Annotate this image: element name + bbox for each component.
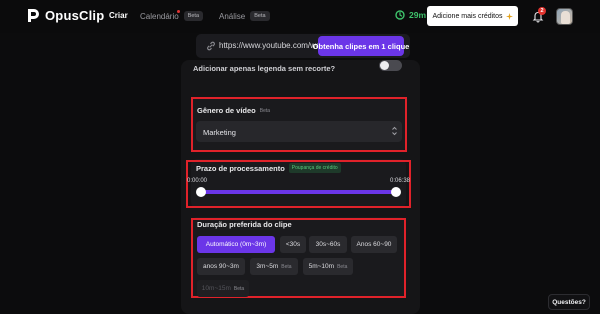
duration-chip-label: anos 90~3m (203, 263, 239, 270)
beta-badge: Beta (250, 11, 270, 21)
duration-chip-label: 3m~5m (256, 263, 279, 270)
timeframe-title-text: Prazo de processamento (196, 163, 285, 173)
end-time-label: 0:06:38 (390, 178, 411, 184)
duration-chip-label: 30s~60s (315, 241, 341, 248)
nav-criar[interactable]: Criar (109, 11, 128, 20)
duration-chip[interactable]: anos 90~3m (197, 258, 245, 275)
new-dot (177, 10, 180, 13)
avatar-figure (561, 11, 570, 24)
duration-chip-label: Automático (0m~3m) (205, 241, 267, 248)
nav-calendario-label: Calendário (140, 11, 179, 21)
duration-title-text: Duração preferida do clipe (197, 220, 292, 229)
genre-selected-value: Marketing (203, 128, 236, 137)
duration-chip[interactable]: Anos 60~90 (351, 236, 397, 253)
nav-analise[interactable]: Análise Beta (219, 11, 270, 21)
credit-saving-tag: Poupança de crédito (288, 163, 341, 173)
nav-criar-label: Criar (109, 11, 128, 20)
toggle-knob (380, 61, 389, 70)
link-icon (207, 41, 215, 51)
beta-label: Beta (233, 285, 245, 292)
get-clips-button[interactable]: Obtenha clipes em 1 clique (313, 36, 409, 56)
duration-chip-label: Anos 60~90 (356, 241, 392, 248)
duration-chip-label: <30s (285, 241, 301, 248)
genre-title: Gênero de vídeo Beta (197, 106, 270, 115)
duration-title: Duração preferida do clipe (197, 220, 292, 229)
sparkle-icon (505, 12, 513, 20)
duration-chip-label: 5m~10m (308, 263, 335, 270)
duration-chip[interactable]: 3m~5m Beta (250, 258, 298, 275)
nav-calendario[interactable]: Calendário Beta (140, 11, 204, 21)
duration-chip[interactable]: 30s~60s (309, 236, 347, 253)
subtitle-only-label: Adicionar apenas legenda sem recorte? (193, 64, 336, 73)
subtitle-only-toggle[interactable] (379, 60, 402, 71)
slider-start-handle[interactable] (196, 187, 206, 197)
timeframe-title: Prazo de processamento Poupança de crédi… (196, 163, 341, 173)
help-button[interactable]: Questões? (548, 294, 590, 310)
genre-title-text: Gênero de vídeo (197, 106, 256, 115)
beta-label: Beta (259, 107, 271, 114)
add-credits-button[interactable]: Adicione mais créditos (427, 6, 518, 26)
duration-chip[interactable]: 5m~10m Beta (303, 258, 353, 275)
notification-badge: 2 (538, 7, 546, 15)
beta-badge: Beta (183, 11, 204, 21)
add-credits-label: Adicione mais créditos (432, 12, 503, 20)
nav-analise-label: Análise (219, 11, 246, 21)
beta-label: Beta (337, 263, 348, 270)
start-time-label: 0:00:00 (187, 178, 208, 184)
credits-indicator[interactable]: 29m (395, 10, 426, 20)
duration-chip[interactable]: Automático (0m~3m) (197, 236, 275, 253)
avatar[interactable] (556, 8, 573, 25)
slider-end-handle[interactable] (391, 187, 401, 197)
logo[interactable]: OpusClip (26, 8, 104, 23)
clock-icon (395, 10, 405, 20)
timeframe-slider-track[interactable] (201, 190, 396, 194)
duration-chip[interactable]: <30s (280, 236, 306, 253)
duration-chip-label: 10m~15m (201, 285, 231, 292)
chevron-updown-icon (392, 126, 397, 136)
app-name: OpusClip (45, 8, 105, 23)
opusclip-logo-icon (28, 9, 39, 22)
duration-chip: 10m~15m Beta (197, 280, 249, 297)
beta-label: Beta (281, 263, 292, 270)
url-input[interactable]: https://www.youtube.com/wat (219, 41, 324, 50)
credits-value: 29m (409, 10, 427, 20)
